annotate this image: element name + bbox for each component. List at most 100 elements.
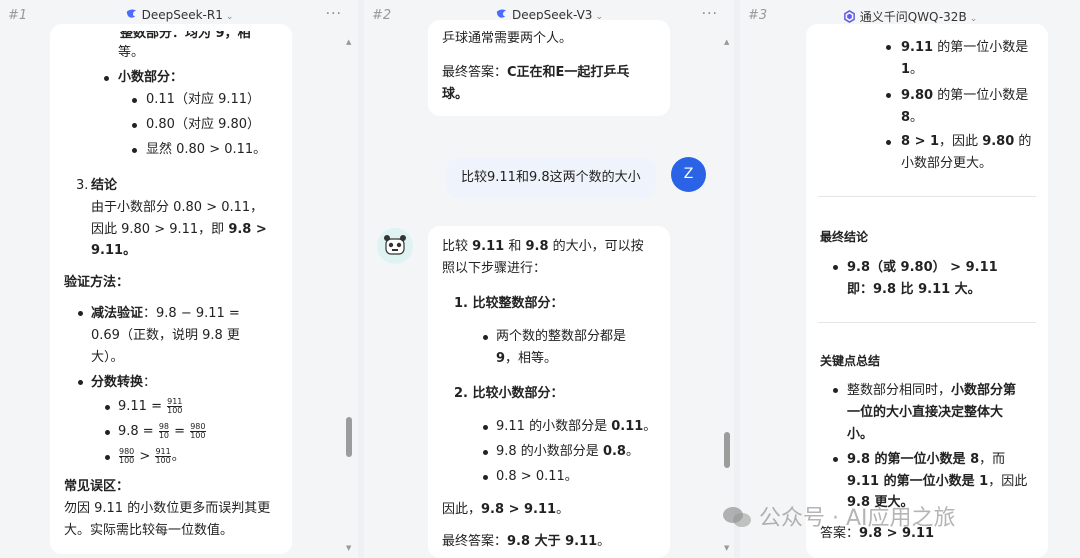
bullet: [105, 405, 110, 410]
text-line: 大）。: [91, 350, 124, 365]
text-line: 由于小数部分 0.80 > 0.11，: [91, 200, 264, 215]
text-line: 8 > 1，因此 9.80 的: [901, 134, 1032, 149]
text-line: 乒球通常需要两个人。: [442, 31, 573, 46]
model-name: DeepSeek-R1: [141, 8, 223, 22]
model-pane-3: #3 通义千问QWQ-32B ⌄ 9.11 的第一位小数是 1。 9.80 的第一…: [740, 0, 1080, 558]
text-line: 9.80 的第一位小数是: [901, 88, 1029, 103]
text-line: 勿因 9.11 的小数位更多而误判其更: [64, 501, 271, 516]
bullet: [104, 76, 109, 81]
bullet: [886, 93, 891, 98]
text-line: 1。: [901, 62, 924, 77]
section-heading: 关键点总结: [820, 354, 881, 368]
text-line: 9.8 的小数部分是 0.8。: [496, 444, 639, 459]
assistant-message: 整数部分：均为 9，相 等。 小数部分： 0.11（对应 9.11） 0.80（…: [50, 24, 292, 554]
text-line: 比较 9.11 和 9.8 的大小，可以按: [442, 239, 644, 254]
scroll-down-icon[interactable]: ▼: [724, 544, 729, 552]
text-line: 0.80（对应 9.80）: [146, 117, 261, 132]
text-line: 0.69（正数，说明 9.8 更: [91, 328, 240, 343]
watermark-text: 公众号 · AI应用之旅: [759, 506, 956, 531]
bullet: [105, 455, 110, 460]
more-icon[interactable]: ···: [326, 6, 342, 22]
bullet: [833, 457, 838, 462]
text-line: 9.8（或 9.80） > 9.11: [847, 260, 998, 275]
text-line: 两个数的整数部分都是: [496, 329, 627, 344]
text-line: 0.11（对应 9.11）: [146, 92, 261, 107]
divider: [818, 322, 1036, 323]
text-line: 大。实际需比较每一位数值。: [64, 523, 234, 538]
bullet: [833, 388, 838, 393]
bullet: [483, 450, 488, 455]
model-pane-2: #2 DeepSeek-V3 ⌄ ··· 乒球通常需要两个人。 最终答案：C正在和…: [364, 0, 734, 558]
text-line: 等。: [118, 45, 145, 60]
text-line: 9.11。: [91, 243, 137, 258]
text-line: 9.11 的第一位小数是: [901, 40, 1029, 55]
model-pane-1: #1 DeepSeek-R1 ⌄ ··· 整数部分：均为 9，相 等。 小数部分：…: [0, 0, 358, 558]
scroll-up-icon[interactable]: ▲: [724, 38, 729, 46]
bullet: [483, 335, 488, 340]
compare-workspace: #1 DeepSeek-R1 ⌄ ··· 整数部分：均为 9，相 等。 小数部分：…: [0, 0, 1080, 558]
text-line: 小数部分：: [118, 70, 184, 85]
bullet: [132, 123, 137, 128]
section-heading: 最终结论: [820, 230, 869, 244]
text-line: 即：9.8 比 9.11 大。: [847, 282, 981, 297]
user-avatar[interactable]: Z: [671, 157, 706, 192]
bullet: [78, 380, 83, 385]
chevron-down-icon: ⌄: [225, 12, 234, 22]
text-line: 分数转换：: [91, 375, 157, 390]
panda-face-icon: [384, 235, 406, 255]
text-line: 验证方法：: [64, 275, 130, 290]
deepseek-logo-icon: [126, 9, 136, 18]
text-line: 小。: [847, 427, 874, 442]
bullet: [886, 45, 891, 50]
bot-avatar: [377, 228, 413, 264]
text-line: 9，相等。: [496, 351, 558, 366]
divider: [818, 196, 1036, 197]
text-line: 减法验证：9.8 − 9.11 =: [91, 306, 240, 321]
user-message-text: 比较9.11和9.8这两个数的大小: [461, 170, 641, 185]
assistant-message-prev: 乒球通常需要两个人。 最终答案：C正在和E一起打乒乓 球。: [428, 20, 670, 116]
text-line: 最终答案：9.8 大于 9.11。: [442, 534, 611, 549]
text-line: 小数部分更大。: [901, 156, 993, 171]
bullet: [483, 475, 488, 480]
text-line: 显然 0.80 > 0.11。: [146, 142, 267, 157]
scroll-up-icon[interactable]: ▲: [346, 38, 351, 46]
bullet: [483, 425, 488, 430]
scrollbar-thumb[interactable]: [724, 432, 730, 468]
text-line: 照以下步骤进行：: [442, 261, 547, 276]
text-line: 9.8 的第一位小数是 8，而: [847, 452, 1006, 467]
text-line: 球。: [442, 87, 469, 102]
assistant-message: 9.11 的第一位小数是 1。 9.80 的第一位小数是 8。 8 > 1，因此…: [806, 24, 1048, 558]
model-selector[interactable]: DeepSeek-R1 ⌄: [0, 8, 358, 22]
text-line: 结论: [91, 178, 118, 193]
assistant-message: 比较 9.11 和 9.8 的大小，可以按 照以下步骤进行： 1. 比较整数部分…: [428, 226, 670, 558]
text-line: 常见误区：: [64, 479, 130, 494]
scroll-down-icon[interactable]: ▼: [346, 544, 351, 552]
math-line: 9.11 = 911 100: [118, 397, 183, 415]
model-name: 通义千问QWQ-32B: [859, 10, 967, 24]
bullet: [886, 140, 891, 145]
user-message: 比较9.11和9.8这两个数的大小: [446, 157, 656, 199]
text-line: 0.8 > 0.11。: [496, 469, 578, 484]
math-line: 9.8 = 98 10 = 980 100: [118, 422, 206, 440]
text-line: 因此，9.8 > 9.11。: [442, 502, 570, 517]
math-line: 980 100 > 911 100。: [119, 447, 185, 465]
text-line: 整数部分相同时，小数部分第: [847, 383, 1017, 398]
more-icon[interactable]: ···: [702, 6, 718, 22]
wechat-icon: [723, 507, 751, 527]
text-line: 1. 比较整数部分：: [454, 296, 564, 311]
bullet: [833, 265, 838, 270]
text-line: 2. 比较小数部分：: [454, 386, 564, 401]
bullet: [105, 430, 110, 435]
bullet: [132, 98, 137, 103]
model-selector[interactable]: 通义千问QWQ-32B ⌄: [740, 8, 1080, 25]
qwen-logo-icon: [843, 10, 855, 23]
list-number: 3.: [76, 178, 89, 193]
text-line: 因此 9.80 > 9.11，即 9.8 >: [91, 222, 267, 237]
watermark: 公众号 · AI应用之旅: [722, 500, 956, 532]
bullet: [132, 148, 137, 153]
text-line: 8。: [901, 110, 924, 125]
text-line: 9.11 的第一位小数是 1，因此: [847, 474, 1028, 489]
scrollbar-thumb[interactable]: [346, 417, 352, 457]
text-line: 一位的大小直接决定整体大: [847, 405, 1004, 420]
text-line: 最终答案：C正在和E一起打乒乓: [442, 65, 630, 80]
